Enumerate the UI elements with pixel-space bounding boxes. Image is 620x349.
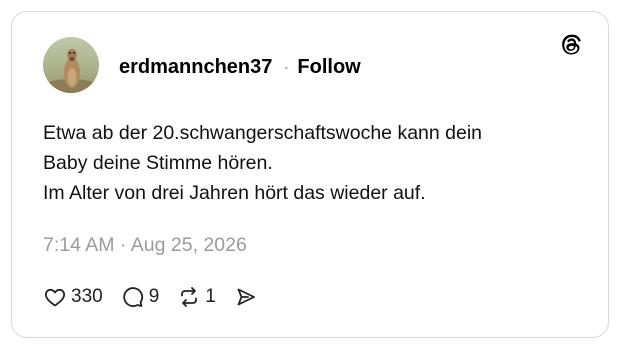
like-button[interactable]: 330 — [43, 285, 103, 309]
reply-count: 9 — [148, 286, 160, 307]
like-count: 330 — [71, 286, 103, 307]
repost-count: 1 — [205, 286, 216, 307]
post-text: Etwa ab der 20.schwangerschaftswoche kan… — [43, 118, 583, 208]
meerkat-avatar-image — [43, 37, 99, 93]
send-icon — [237, 288, 255, 306]
post-card: erdmannchen37 · Follow Etwa ab der 20.sc… — [11, 11, 609, 338]
avatar[interactable] — [43, 37, 99, 93]
repost-icon — [181, 287, 198, 307]
action-bar: 330 9 1 — [43, 284, 276, 310]
reply-button[interactable]: 9 — [121, 285, 160, 309]
follow-button[interactable]: Follow — [297, 55, 360, 79]
post-header: erdmannchen37 · Follow — [119, 55, 361, 79]
threads-logo-icon[interactable] — [558, 32, 584, 58]
post-text-line: Im Alter von drei Jahren hört das wieder… — [43, 182, 426, 204]
username-link[interactable]: erdmannchen37 — [119, 55, 272, 79]
repost-button[interactable]: 1 — [177, 285, 216, 309]
post-text-line: Baby deine Stimme hören. — [43, 152, 273, 174]
comment-bubble-icon — [123, 287, 143, 307]
share-button[interactable] — [234, 285, 258, 309]
post-text-line: Etwa ab der 20.schwangerschaftswoche kan… — [43, 122, 483, 144]
post-timestamp[interactable]: 7:14 AM · Aug 25, 2026 — [43, 233, 247, 257]
heart-icon — [44, 288, 66, 307]
separator-dot: · — [283, 57, 290, 77]
